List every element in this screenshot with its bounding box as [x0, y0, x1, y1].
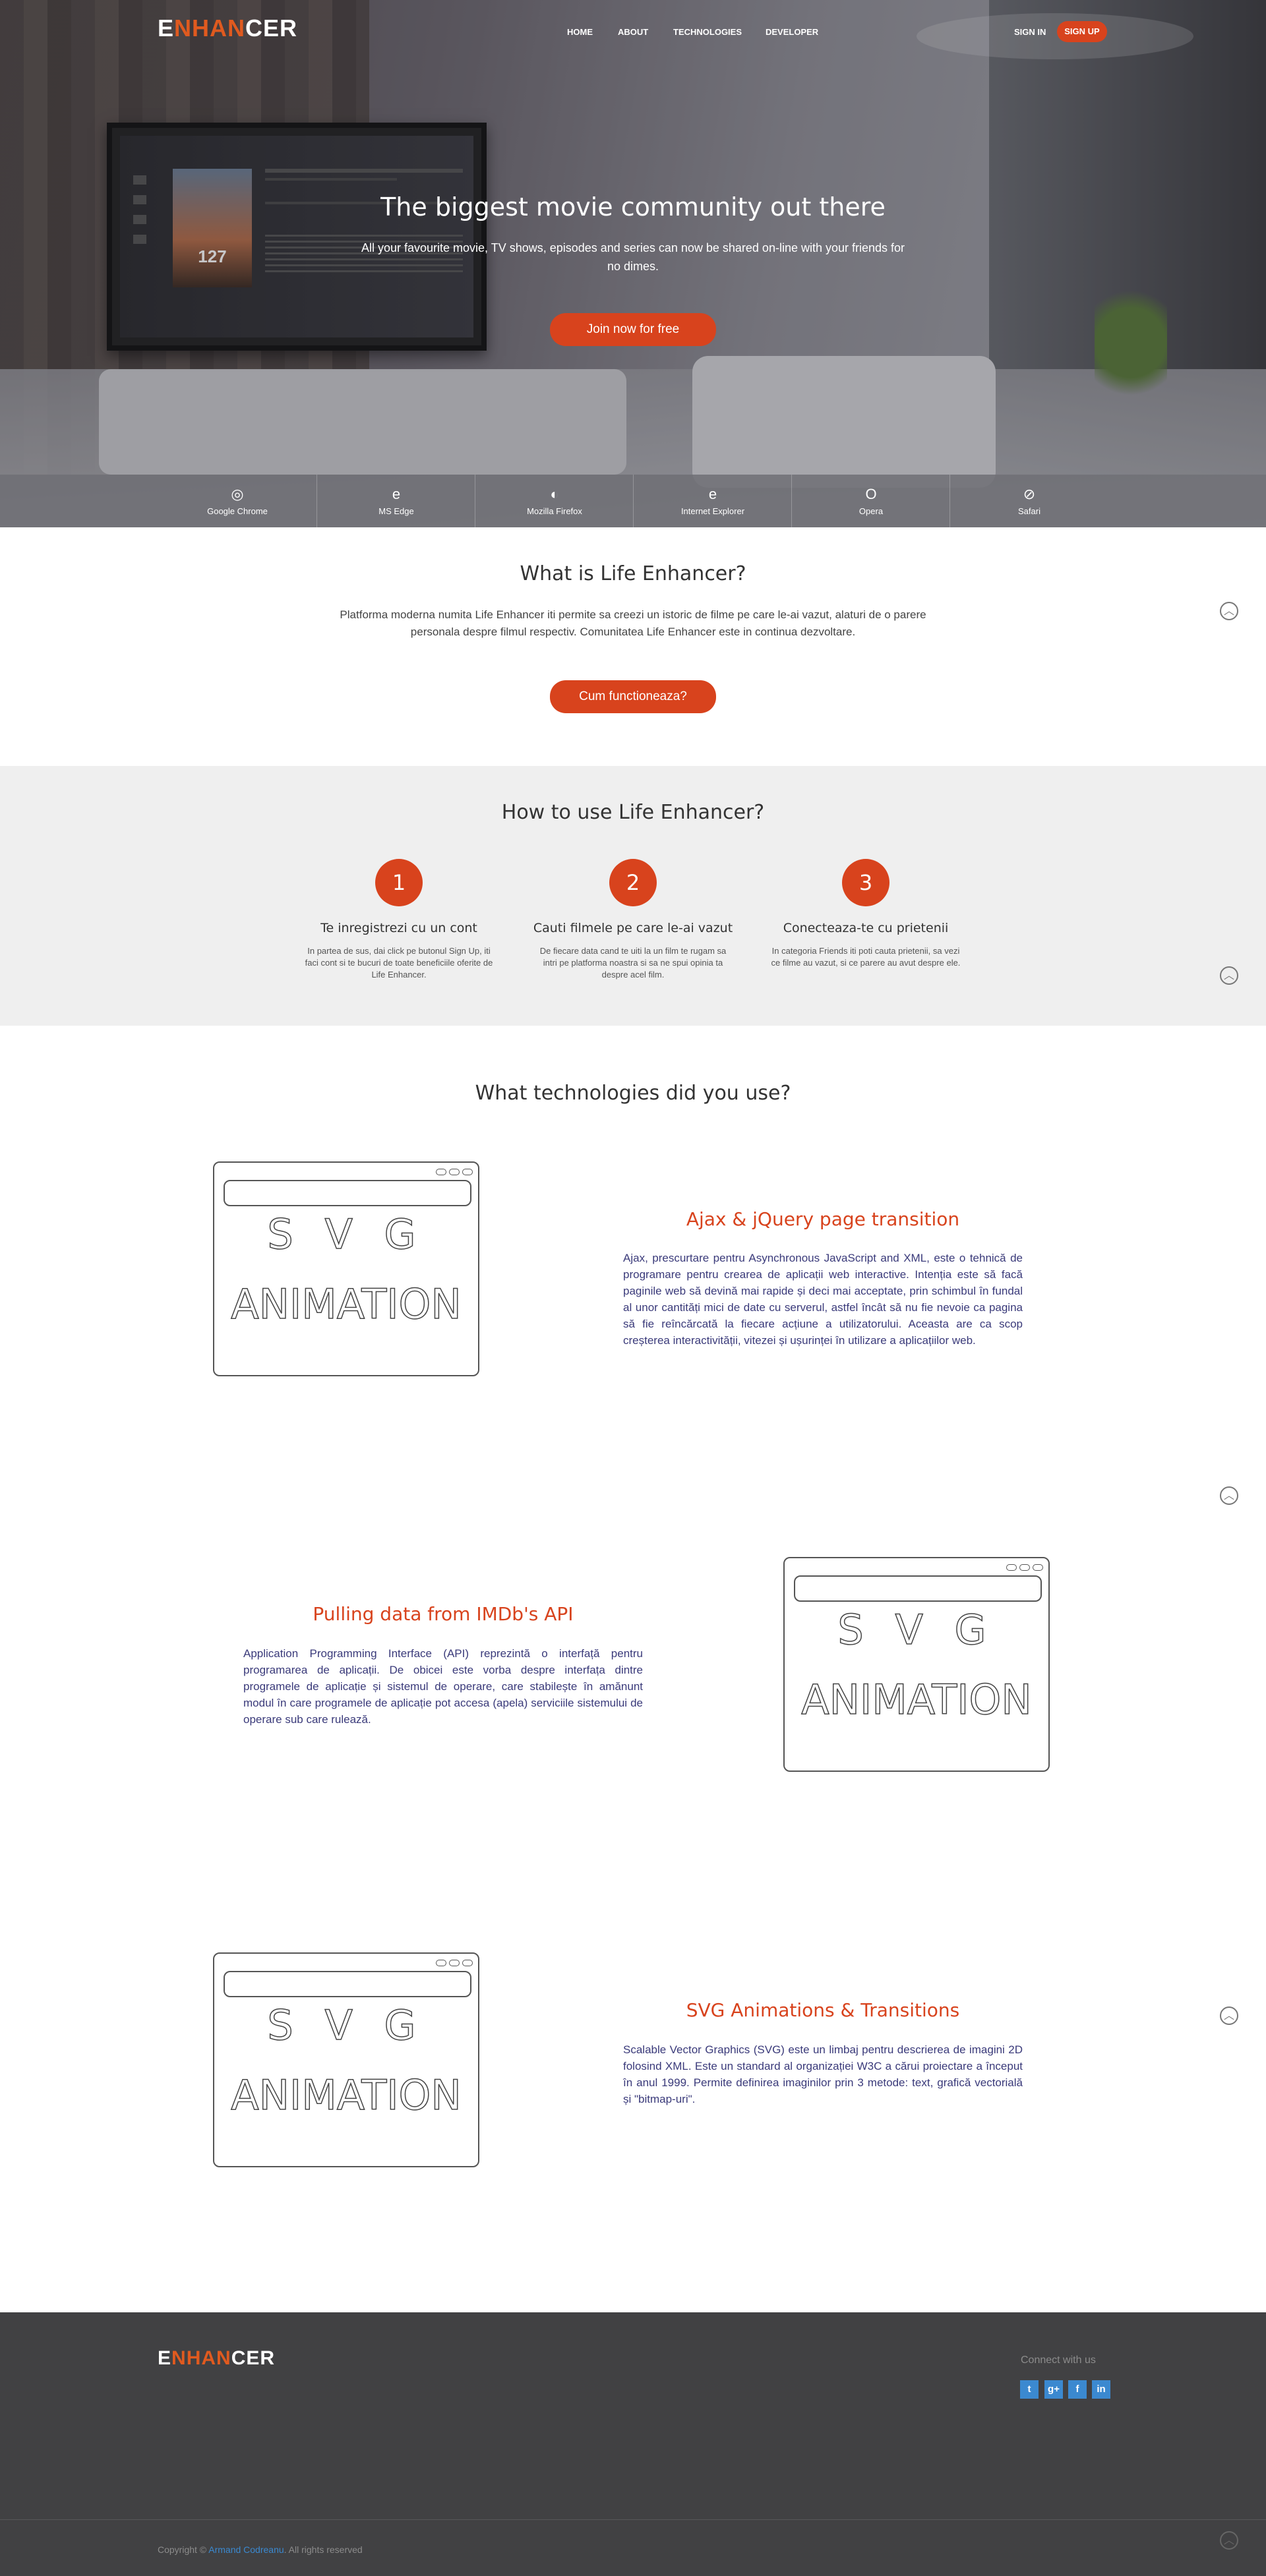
opera-icon: O: [865, 486, 877, 502]
svg-animation-illustration: S V G ANIMATION: [213, 1952, 479, 2167]
sign-in-link[interactable]: SIGN IN: [1014, 27, 1046, 37]
how-title: How to use Life Enhancer?: [501, 801, 765, 824]
tech-title: What technologies did you use?: [475, 1082, 791, 1105]
nav-home-link[interactable]: HOME: [567, 27, 593, 37]
step-3-title: Conecteaza-te cu prietenii: [783, 921, 949, 935]
svg-label: S V G: [267, 2001, 425, 2050]
how-it-works-button[interactable]: Cum functioneaza?: [550, 680, 716, 713]
connect-label: Connect with us: [1021, 2355, 1096, 2366]
browser-firefox: ◐ Mozilla Firefox: [475, 475, 634, 527]
step-3-badge: 3: [842, 859, 889, 906]
svg-label: S V G: [837, 1605, 996, 1654]
author-link[interactable]: Armand Codreanu: [208, 2544, 284, 2555]
footer-divider: [0, 2519, 1266, 2520]
browser-label: Mozilla Firefox: [527, 506, 582, 516]
footer: ENHANCER Connect with us t g+ f in Copyr…: [0, 2312, 1266, 2576]
ie-icon: e: [708, 486, 717, 502]
sign-up-button[interactable]: SIGN UP: [1057, 21, 1107, 42]
chrome-icon: ◎: [231, 486, 244, 502]
nav-developer-link[interactable]: DEVELOPER: [766, 27, 818, 37]
tech-item-3-title: SVG Animations & Transitions: [686, 1999, 960, 2021]
tech-item-3-text: Scalable Vector Graphics (SVG) este un l…: [623, 2043, 1023, 2105]
browser-label: Internet Explorer: [680, 506, 745, 516]
tech-item-2-title: Pulling data from IMDb's API: [313, 1603, 574, 1625]
browser-edge: e MS Edge: [316, 475, 475, 527]
twitter-icon[interactable]: t: [1020, 2380, 1039, 2399]
about-title: What is Life Enhancer?: [520, 562, 746, 585]
browser-label: Opera: [859, 506, 884, 516]
facebook-icon[interactable]: f: [1068, 2380, 1087, 2399]
edge-icon: e: [392, 486, 401, 502]
footer-logo[interactable]: ENHANCER: [158, 2347, 275, 2370]
firefox-icon: ◐: [550, 486, 559, 502]
step-2-title: Cauti filmele pe care le-ai vazut: [533, 921, 733, 935]
animation-label: ANIMATION: [230, 2070, 462, 2120]
step-2-text: De fiecare data cand te uiti la un film …: [539, 946, 727, 980]
safari-icon: ⊘: [1023, 486, 1036, 502]
hero-subtitle: All your favourite movie, TV shows, epis…: [361, 241, 905, 273]
browser-label: Google Chrome: [207, 506, 268, 516]
step-1-text: In partea de sus, dai click pe butonul S…: [305, 946, 493, 980]
browser-opera: O Opera: [791, 475, 950, 527]
chevron-up-icon[interactable]: ︿: [1220, 2006, 1238, 2025]
nav-about-link[interactable]: ABOUT: [618, 27, 648, 37]
browser-safari: ⊘ Safari: [950, 475, 1108, 527]
about-text: Platforma moderna numita Life Enhancer i…: [340, 608, 926, 638]
supported-browsers-bar: ◎ Google Chrome e MS Edge ◐ Mozilla Fire…: [0, 475, 1266, 527]
tech-item-1-text: Ajax, prescurtare pentru Asynchronous Ja…: [623, 1252, 1023, 1347]
nav-technologies-link[interactable]: TECHNOLOGIES: [673, 27, 742, 37]
step-1-badge: 1: [375, 859, 423, 906]
chevron-up-icon[interactable]: ︿: [1220, 966, 1238, 985]
hero-title: The biggest movie community out there: [380, 192, 886, 221]
svg-animation-illustration: S V G ANIMATION: [783, 1557, 1050, 1772]
browser-ie: e Internet Explorer: [633, 475, 792, 527]
chevron-up-icon[interactable]: ︿: [1220, 2531, 1238, 2550]
svg-label: S V G: [267, 1210, 425, 1259]
site-logo[interactable]: ENHANCER: [158, 15, 297, 42]
copyright-text: Copyright © Armand Codreanu. All rights …: [158, 2544, 363, 2555]
chevron-up-icon[interactable]: ︿: [1220, 602, 1238, 620]
svg-animation-illustration: S V G ANIMATION: [213, 1161, 479, 1376]
tech-item-1-title: Ajax & jQuery page transition: [686, 1208, 960, 1230]
animation-label: ANIMATION: [800, 1675, 1032, 1724]
step-3-text: In categoria Friends iti poti cauta prie…: [771, 946, 961, 968]
chevron-up-icon[interactable]: ︿: [1220, 1486, 1238, 1505]
browser-chrome: ◎ Google Chrome: [158, 475, 316, 527]
browser-label: MS Edge: [378, 506, 414, 516]
tech-item-2-text: Application Programming Interface (API) …: [243, 1647, 643, 1726]
hero-section: 127 ENHANCER HOME ABOUT TECHNOLOGIES DEV…: [0, 0, 1266, 527]
browser-label: Safari: [1018, 506, 1040, 516]
join-button[interactable]: Join now for free: [550, 313, 716, 346]
step-2-badge: 2: [609, 859, 657, 906]
animation-label: ANIMATION: [230, 1279, 462, 1329]
step-1-title: Te inregistrezi cu un cont: [320, 921, 477, 935]
linkedin-icon[interactable]: in: [1092, 2380, 1110, 2399]
google-plus-icon[interactable]: g+: [1044, 2380, 1063, 2399]
